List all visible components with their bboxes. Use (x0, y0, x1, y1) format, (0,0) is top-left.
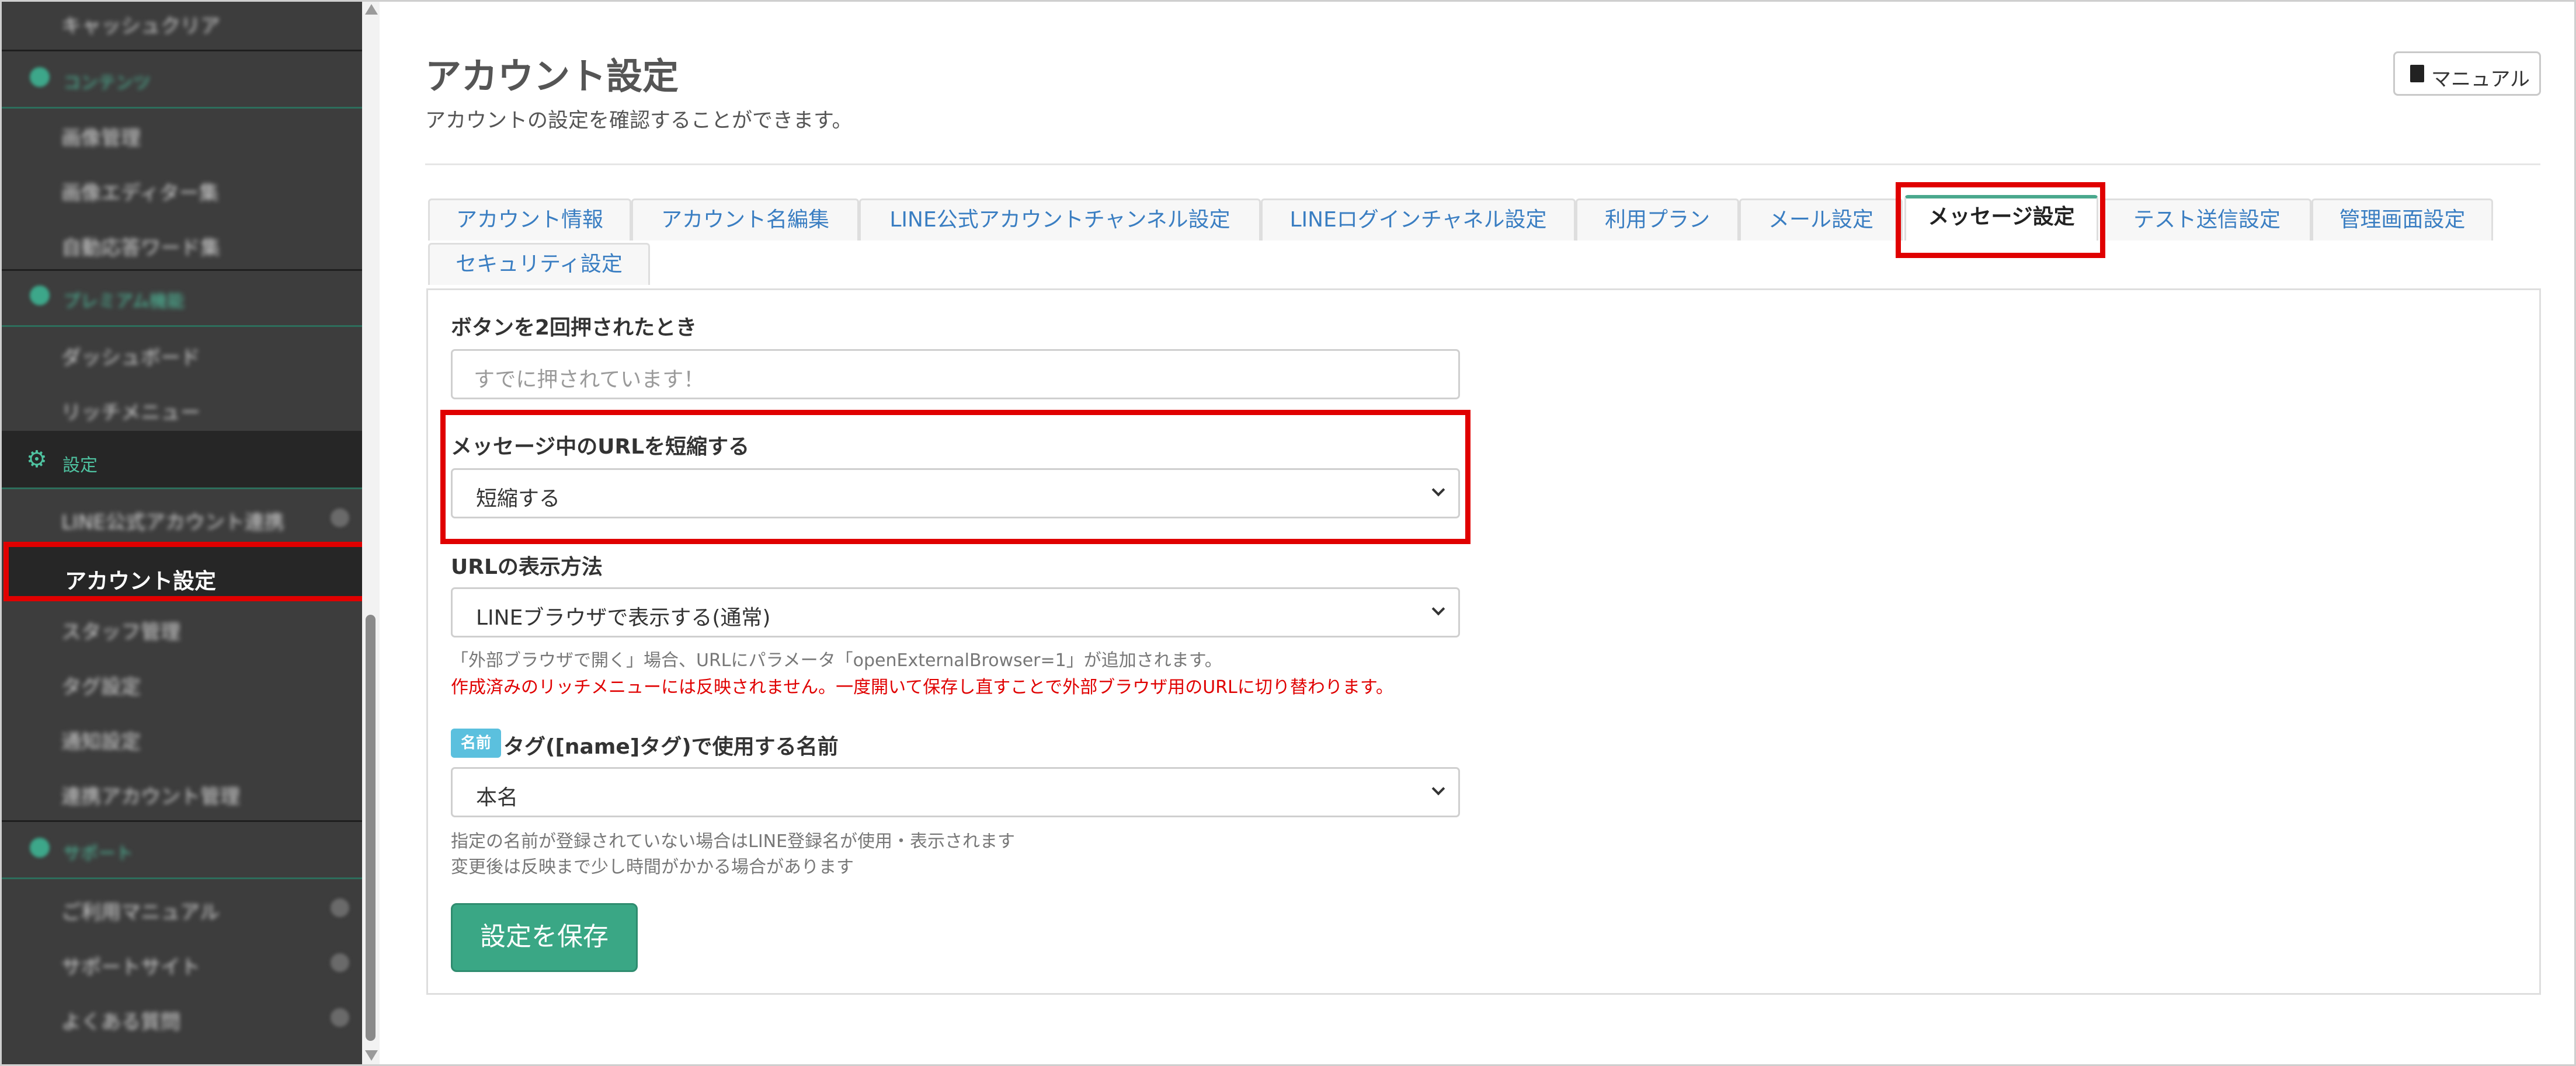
sidebar-item-label: スタッフ管理 (61, 621, 180, 644)
divider (2, 820, 362, 822)
external-link-icon (331, 953, 349, 972)
manual-button[interactable]: マニュアル (2393, 51, 2541, 96)
sidebar-section-support[interactable]: サポート (2, 824, 362, 879)
header-divider (425, 163, 2540, 165)
input-placeholder: すでに押されています！ (474, 368, 705, 392)
divider (2, 487, 362, 489)
sidebar-item-label: LINE公式アカウント連携 (61, 511, 284, 534)
sidebar-item[interactable]: リッチメニュー (2, 381, 362, 436)
url-display-help: 「外部ブラウザで開く」場合、URLにパラメータ「openExternalBrow… (451, 650, 1222, 671)
highlight-box (440, 410, 1470, 544)
tab-admin-settings[interactable]: 管理画面設定 (2311, 198, 2493, 241)
scroll-up-icon[interactable] (365, 4, 378, 15)
sidebar-item-label: タグ設定 (61, 675, 141, 699)
name-tag-label: タグ([name]タグ)で使用する名前 (503, 735, 839, 759)
sidebar-item-line-account[interactable]: LINE公式アカウント連携 (2, 491, 362, 546)
sidebar: キャッシュクリア コンテンツ 画像管理 画像エディター集 自動応答ワード集 プレ… (2, 2, 362, 1064)
sidebar-item-label: よくある質問 (61, 1011, 180, 1034)
external-link-icon (331, 1008, 349, 1027)
page-subtitle: アカウントの設定を確認することができます。 (425, 109, 853, 133)
sidebar-section-label: プレミアム機能 (63, 291, 185, 312)
sidebar-section-premium[interactable]: プレミアム機能 (2, 271, 362, 326)
sidebar-item-label: ご利用マニュアル (61, 901, 220, 924)
sidebar-item-label: 自動応答ワード集 (61, 236, 220, 260)
sidebar-item[interactable]: ダッシュボード (2, 326, 362, 381)
sidebar-item[interactable]: タグ設定 (2, 656, 362, 710)
sidebar-section-settings[interactable]: ⚙ 設定 (2, 431, 362, 489)
section-icon (30, 285, 50, 305)
sidebar-item[interactable]: キャッシュクリア (2, 2, 362, 50)
divider (2, 877, 362, 879)
tab-account-info[interactable]: アカウント情報 (428, 198, 631, 241)
select-value: LINEブラウザで表示する(通常) (476, 606, 771, 630)
sidebar-item[interactable]: 通知設定 (2, 710, 362, 765)
sidebar-item[interactable]: 画像管理 (2, 107, 362, 162)
sidebar-section-label: サポート (63, 844, 133, 864)
sidebar-scrollbar[interactable] (362, 2, 380, 1064)
chevron-down-icon (1431, 782, 1445, 796)
gear-icon: ⚙ (26, 446, 47, 473)
tab-line-official-channel[interactable]: LINE公式アカウントチャンネル設定 (859, 198, 1261, 241)
url-display-select[interactable]: LINEブラウザで表示する(通常) (451, 587, 1460, 637)
sidebar-item[interactable]: 画像エディター集 (2, 162, 362, 217)
sidebar-item[interactable]: ご利用マニュアル (2, 881, 362, 936)
section-icon (30, 838, 50, 858)
sidebar-item-label: 通知設定 (61, 730, 141, 754)
divider (2, 50, 362, 51)
sidebar-item[interactable]: スタッフ管理 (2, 601, 362, 656)
tab-account-name[interactable]: アカウント名編集 (631, 198, 859, 241)
sidebar-item[interactable]: サポートサイト (2, 936, 362, 991)
sidebar-item-label: アカウント設定 (65, 569, 216, 594)
save-settings-button[interactable]: 設定を保存 (451, 903, 638, 972)
sidebar-item-label: サポートサイト (61, 956, 200, 979)
sidebar-item-label: キャッシュクリア (61, 15, 220, 38)
tab-security[interactable]: セキュリティ設定 (428, 243, 650, 285)
sidebar-item-label: ダッシュボード (61, 346, 200, 370)
sidebar-section-content[interactable]: コンテンツ (2, 53, 362, 108)
sidebar-section-label: 設定 (62, 455, 98, 476)
scrollbar-thumb[interactable] (366, 615, 376, 1041)
name-tag-badge: 名前 (451, 729, 501, 758)
sidebar-item[interactable]: 自動応答ワード集 (2, 217, 362, 271)
tab-line-login-channel[interactable]: LINEログインチャネル設定 (1261, 198, 1576, 241)
scroll-down-icon[interactable] (365, 1050, 378, 1061)
external-link-icon (331, 508, 349, 527)
manual-button-label: マニュアル (2431, 68, 2530, 91)
url-display-warning: 作成済みのリッチメニューには反映されません。一度開いて保存し直すことで外部ブラウ… (451, 677, 1393, 698)
book-icon (2410, 65, 2424, 82)
external-link-icon (331, 898, 349, 917)
sidebar-section-label: コンテンツ (63, 73, 151, 93)
sidebar-item-label: 連携アカウント管理 (61, 785, 240, 809)
highlight-box (1896, 182, 2105, 258)
chevron-down-icon (1431, 602, 1445, 616)
name-tag-help-1: 指定の名前が登録されていない場合はLINE登録名が使用・表示されます (451, 831, 1016, 852)
name-tag-help-2: 変更後は反映まで少し時間がかかる場合があります (451, 857, 854, 877)
page-title: アカウント設定 (425, 55, 679, 97)
section-icon (30, 67, 50, 87)
sidebar-item[interactable]: 連携アカウント管理 (2, 765, 362, 820)
sidebar-item-account-settings[interactable]: アカウント設定 (4, 542, 368, 601)
double-click-label: ボタンを2回押されたとき (451, 316, 697, 340)
tab-mail-settings[interactable]: メール設定 (1739, 198, 1903, 241)
name-tag-select[interactable]: 本名 (451, 767, 1460, 817)
url-display-label: URLの表示方法 (451, 555, 603, 579)
sidebar-item[interactable]: よくある質問 (2, 991, 362, 1046)
tab-plan[interactable]: 利用プラン (1576, 198, 1739, 241)
sidebar-item-label: リッチメニュー (61, 401, 200, 424)
tab-test-send[interactable]: テスト送信設定 (2102, 198, 2311, 241)
sidebar-item-label: 画像エディター集 (61, 182, 219, 205)
double-click-input[interactable]: すでに押されています！ (451, 349, 1460, 399)
sidebar-item-label: 画像管理 (61, 127, 141, 150)
select-value: 本名 (476, 786, 519, 810)
divider (2, 269, 362, 271)
